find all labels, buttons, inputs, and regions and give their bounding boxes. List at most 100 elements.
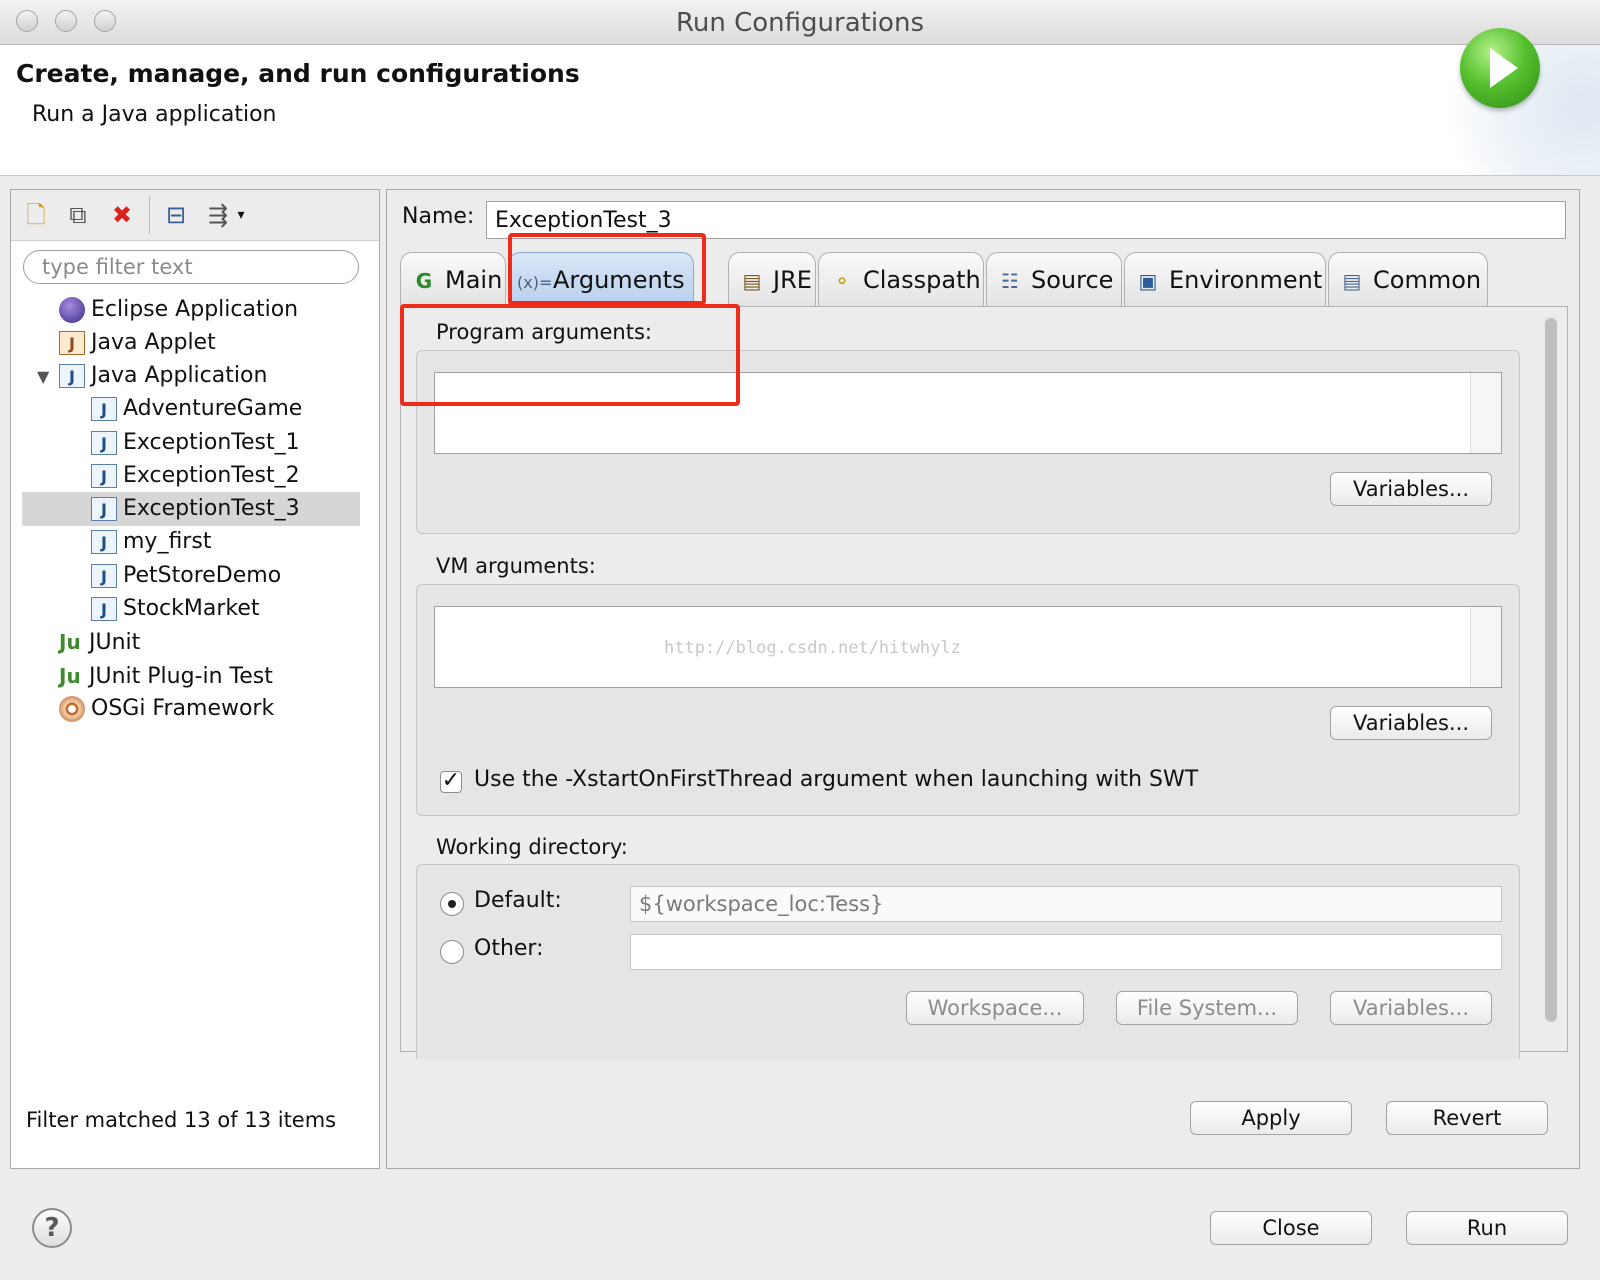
name-label: Name: [402,204,475,229]
environment-icon: ▣ [1138,269,1158,293]
java-app-icon: J [59,364,85,388]
tree-item-adventuregame[interactable]: J AdventureGame [91,392,302,426]
tree-item-osgi-framework[interactable]: OSGi Framework [59,692,274,726]
program-arguments-highlight [400,304,740,406]
other-radio-label: Other: [474,936,544,961]
java-app-icon: J [91,497,117,521]
applet-icon: J [59,331,85,355]
header-banner: Create, manage, and run configurations R… [0,45,1600,176]
watermark-text: http://blog.csdn.net/hitwhylz [664,638,961,658]
tab-main[interactable]: G Main [400,252,506,306]
jre-icon: ▤ [742,269,762,293]
vm-arguments-label: VM arguments: [436,554,596,578]
help-icon[interactable]: ? [32,1208,72,1248]
tree-item-label: OSGi Framework [91,696,275,721]
working-directory-variables-button[interactable]: Variables... [1330,991,1492,1025]
other-directory-field[interactable] [630,934,1502,970]
file-system-button[interactable]: File System... [1116,991,1298,1025]
default-radio-label: Default: [474,888,562,913]
tab-environment[interactable]: ▣ Environment [1124,252,1326,306]
duplicate-configuration-icon[interactable]: ⧉ [63,200,93,230]
tab-label: Environment [1169,266,1323,294]
tab-scrollbar-thumb[interactable] [1545,318,1557,1022]
java-app-icon: J [91,530,117,554]
toolbar-separator [149,196,150,234]
swt-checkbox-label: Use the -XstartOnFirstThread argument wh… [474,767,1199,792]
java-app-icon: J [91,597,117,621]
expand-triangle-icon[interactable]: ▼ [37,360,59,394]
tab-label: Main [445,266,503,294]
tab-label: Classpath [863,266,981,294]
tab-jre[interactable]: ▤ JRE [728,252,816,306]
java-app-icon: J [91,464,117,488]
tree-item-exceptiontest-1[interactable]: J ExceptionTest_1 [91,426,300,460]
tree-item-label: JUnit [89,630,141,655]
source-icon: ☷ [1001,269,1019,293]
tree-item-java-application[interactable]: ▼ J Java Application [37,359,267,393]
osgi-icon [59,696,85,722]
tree-item-my-first[interactable]: Jmy_first [91,525,211,559]
java-app-icon: J [91,564,117,588]
tab-label: JRE [773,266,812,294]
filter-input[interactable] [23,250,359,284]
configuration-toolbar: 🗋 ⧉ ✖ ⊟ ⇶ ▾ [11,190,379,241]
run-banner-icon [1460,28,1540,108]
delete-configuration-icon[interactable]: ✖ [107,200,137,230]
vm-arguments-scrollbar[interactable] [1470,607,1501,687]
close-button[interactable]: Close [1210,1211,1372,1245]
tree-item-eclipse-application[interactable]: Eclipse Application [59,293,298,327]
workspace-button[interactable]: Workspace... [906,991,1084,1025]
tree-item-label: ExceptionTest_3 [123,496,300,521]
tree-item-exceptiontest-2[interactable]: J ExceptionTest_2 [91,459,300,493]
tree-item-junit[interactable]: Ju JUnit [59,625,140,659]
revert-button[interactable]: Revert [1386,1101,1548,1135]
other-radio[interactable] [440,940,464,964]
eclipse-icon [59,297,85,323]
filter-settings-icon[interactable]: ⇶ [203,200,233,230]
tree-item-junit-plugin-test[interactable]: Ju JUnit Plug-in Test [59,659,273,693]
tree-item-label: AdventureGame [123,396,303,421]
junit-icon: Ju [59,630,81,654]
tree-item-label: Eclipse Application [91,297,299,322]
tab-source[interactable]: ☷ Source [986,252,1122,306]
banner-subtitle: Run a Java application [32,102,277,127]
default-radio[interactable] [440,892,464,916]
tree-item-exceptiontest-3[interactable]: J ExceptionTest_3 [22,492,360,526]
window-title: Run Configurations [676,8,924,38]
new-configuration-icon[interactable]: 🗋 [21,200,51,230]
program-arguments-variables-button[interactable]: Variables... [1330,472,1492,506]
tree-item-stockmarket[interactable]: J StockMarket [91,592,260,626]
default-directory-field [630,886,1502,922]
tab-classpath[interactable]: ⚬ Classpath [818,252,984,306]
vm-arguments-variables-button[interactable]: Variables... [1330,706,1492,740]
main-tab-icon: G [415,269,433,293]
arguments-tab-highlight [508,233,706,305]
filter-dropdown-icon[interactable]: ▾ [233,200,249,230]
junit-plugin-icon: Ju [59,664,81,688]
tree-item-label: Java Applet [91,330,216,355]
tree-item-label: StockMarket [123,596,260,621]
swt-checkbox[interactable]: ✓ [440,770,462,793]
tree-item-java-applet[interactable]: J Java Applet [59,326,216,360]
tree-item-label: ExceptionTest_1 [123,430,300,455]
tree-item-label: Java Application [91,363,268,388]
tab-label: Common [1373,266,1482,294]
title-bar: Run Configurations [0,0,1600,45]
vm-arguments-input[interactable] [434,606,1502,688]
common-icon: ▤ [1342,269,1362,293]
collapse-all-icon[interactable]: ⊟ [161,200,191,230]
java-app-icon: J [91,397,117,421]
tab-common[interactable]: ▤ Common [1328,252,1488,306]
apply-button[interactable]: Apply [1190,1101,1352,1135]
tree-item-petstoredemo[interactable]: J PetStoreDemo [91,559,281,593]
tree-item-label: ExceptionTest_2 [123,463,300,488]
tree-item-label: my_first [123,529,212,554]
tree-item-label: JUnit Plug-in Test [89,664,273,689]
java-app-icon: J [91,431,117,455]
program-arguments-scrollbar[interactable] [1470,373,1501,453]
tree-item-label: PetStoreDemo [123,563,282,588]
banner-title: Create, manage, and run configurations [16,59,580,88]
tab-label: Source [1031,266,1114,294]
configuration-list-panel: 🗋 ⧉ ✖ ⊟ ⇶ ▾ Eclipse Application JJava Ap… [10,189,380,1169]
run-button[interactable]: Run [1406,1211,1568,1245]
